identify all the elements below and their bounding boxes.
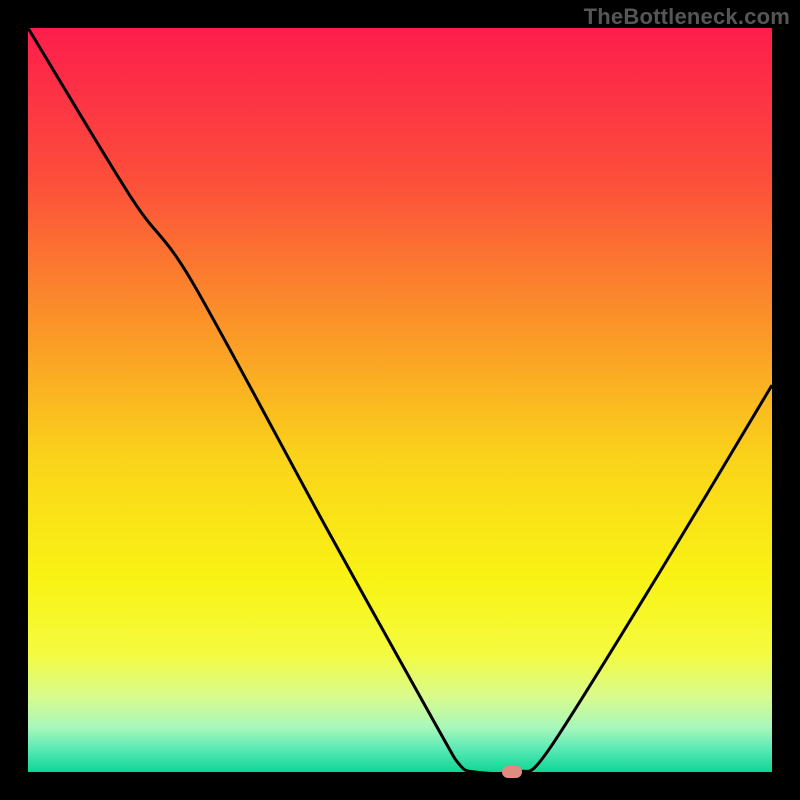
chart-frame: TheBottleneck.com <box>0 0 800 800</box>
optimal-marker <box>502 766 522 778</box>
watermark-text: TheBottleneck.com <box>584 4 790 30</box>
bottleneck-plot <box>28 28 772 772</box>
